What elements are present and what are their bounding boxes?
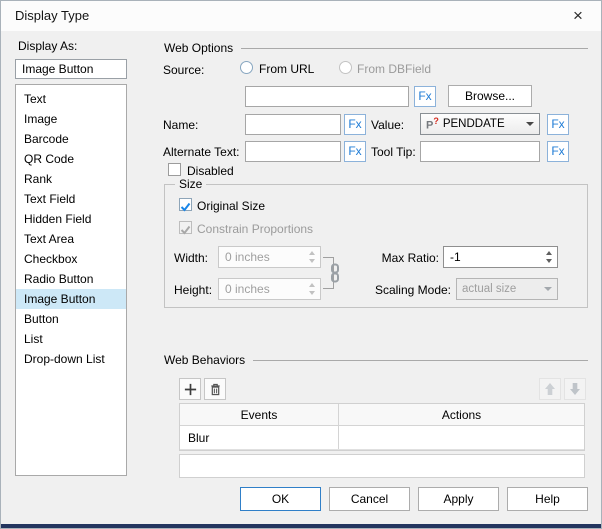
alternate-text-label: Alternate Text: — [163, 145, 240, 159]
spinner-arrows-icon — [305, 280, 318, 298]
size-group-title: Size — [175, 177, 206, 191]
height-spinner: 0 inches — [218, 278, 321, 300]
max-ratio-spinner[interactable]: -1 — [443, 246, 558, 268]
from-url-radio[interactable] — [240, 61, 253, 74]
web-behaviors-title: Web Behaviors — [164, 353, 245, 367]
constrain-proportions-checkbox — [179, 221, 192, 234]
display-type-dialog: Display Type × Display As: TextImageBarc… — [0, 0, 602, 529]
plus-icon — [183, 382, 198, 397]
behavior-row[interactable]: Blur — [180, 426, 584, 450]
max-ratio-value: -1 — [450, 250, 461, 264]
display-as-list-item[interactable]: Rank — [16, 169, 126, 189]
name-fx-button[interactable]: Fx — [344, 114, 366, 135]
delete-behavior-button[interactable] — [204, 378, 226, 400]
scaling-mode-value: actual size — [462, 283, 516, 295]
actions-column-header: Actions — [339, 404, 584, 425]
behaviors-table-empty-area — [179, 454, 585, 478]
width-label: Width: — [174, 251, 208, 265]
dialog-title: Display Type — [15, 8, 89, 23]
value-label: Value: — [371, 118, 404, 132]
spinner-arrows-icon — [305, 248, 318, 266]
dropdown-arrow-icon — [526, 122, 534, 130]
display-as-list-item[interactable]: List — [16, 329, 126, 349]
source-label: Source: — [163, 63, 204, 77]
display-as-list-item[interactable]: Text — [16, 89, 126, 109]
trash-icon — [208, 382, 223, 397]
width-value: 0 inches — [225, 250, 270, 264]
events-column-header: Events — [180, 404, 339, 425]
value-combo-text: PENDDATE — [443, 118, 505, 130]
from-dbfield-radio — [339, 61, 352, 74]
parameter-icon: P? — [426, 116, 439, 132]
display-as-list-item[interactable]: QR Code — [16, 149, 126, 169]
disabled-label[interactable]: Disabled — [187, 164, 234, 178]
header-rule — [241, 48, 588, 49]
display-as-list-item[interactable]: Button — [16, 309, 126, 329]
header-rule — [253, 360, 588, 361]
display-as-list-item[interactable]: Checkbox — [16, 249, 126, 269]
from-dbfield-label: From DBField — [357, 62, 431, 76]
web-behaviors-header: Web Behaviors — [164, 353, 588, 367]
display-as-list-item[interactable]: Text Field — [16, 189, 126, 209]
width-spinner: 0 inches — [218, 246, 321, 268]
constrain-proportions-label: Constrain Proportions — [197, 222, 313, 236]
display-as-list-item[interactable]: Image Button — [16, 289, 126, 309]
from-url-label[interactable]: From URL — [259, 62, 314, 76]
title-bar[interactable]: Display Type × — [1, 1, 601, 31]
display-as-list-item[interactable]: Image — [16, 109, 126, 129]
dropdown-arrow-icon — [544, 287, 552, 295]
name-input[interactable] — [245, 114, 341, 135]
chain-link-icon — [329, 263, 341, 283]
display-as-list-item[interactable]: Barcode — [16, 129, 126, 149]
check-icon — [180, 201, 191, 212]
arrow-up-icon — [542, 381, 558, 397]
apply-button[interactable]: Apply — [418, 487, 499, 511]
display-as-list-item[interactable]: Radio Button — [16, 269, 126, 289]
height-label: Height: — [174, 283, 212, 297]
scaling-mode-label: Scaling Mode: — [343, 283, 451, 297]
original-size-label[interactable]: Original Size — [197, 199, 265, 213]
tool-tip-fx-button[interactable]: Fx — [547, 141, 569, 162]
check-icon — [180, 224, 191, 235]
spinner-arrows-icon[interactable] — [542, 248, 555, 266]
display-as-input[interactable] — [15, 59, 127, 79]
display-as-list-item[interactable]: Drop-down List — [16, 349, 126, 369]
display-as-list: TextImageBarcodeQR CodeRankText FieldHid… — [15, 84, 127, 476]
disabled-checkbox[interactable] — [168, 163, 181, 176]
browse-button[interactable]: Browse... — [448, 85, 532, 107]
move-down-button — [564, 378, 586, 400]
alternate-text-fx-button[interactable]: Fx — [344, 141, 366, 162]
cancel-button[interactable]: Cancel — [329, 487, 410, 511]
behaviors-table: Events Actions Blur — [179, 403, 585, 451]
close-icon[interactable]: × — [567, 5, 589, 27]
original-size-checkbox[interactable] — [179, 198, 192, 211]
name-label: Name: — [163, 118, 198, 132]
url-input[interactable] — [245, 86, 409, 107]
ok-button[interactable]: OK — [240, 487, 321, 511]
table-header: Events Actions — [180, 404, 584, 426]
value-combo[interactable]: P? PENDDATE — [420, 113, 540, 135]
add-behavior-button[interactable] — [179, 378, 201, 400]
behaviors-table-body: Blur — [180, 426, 584, 450]
display-as-list-item[interactable]: Text Area — [16, 229, 126, 249]
value-fx-button[interactable]: Fx — [547, 114, 569, 135]
action-cell[interactable] — [339, 426, 584, 449]
window-bottom-edge — [1, 524, 602, 528]
scaling-mode-combo: actual size — [456, 278, 558, 300]
move-up-button — [539, 378, 561, 400]
web-options-title: Web Options — [164, 41, 233, 55]
event-cell[interactable]: Blur — [180, 426, 339, 449]
tool-tip-input[interactable] — [420, 141, 540, 162]
tool-tip-label: Tool Tip: — [371, 145, 416, 159]
display-as-label: Display As: — [18, 39, 77, 53]
help-button[interactable]: Help — [507, 487, 588, 511]
max-ratio-label: Max Ratio: — [353, 251, 439, 265]
height-value: 0 inches — [225, 282, 270, 296]
arrow-down-icon — [567, 381, 583, 397]
web-options-header: Web Options — [164, 41, 588, 55]
url-fx-button[interactable]: Fx — [414, 86, 436, 107]
alternate-text-input[interactable] — [245, 141, 341, 162]
display-as-list-item[interactable]: Hidden Field — [16, 209, 126, 229]
